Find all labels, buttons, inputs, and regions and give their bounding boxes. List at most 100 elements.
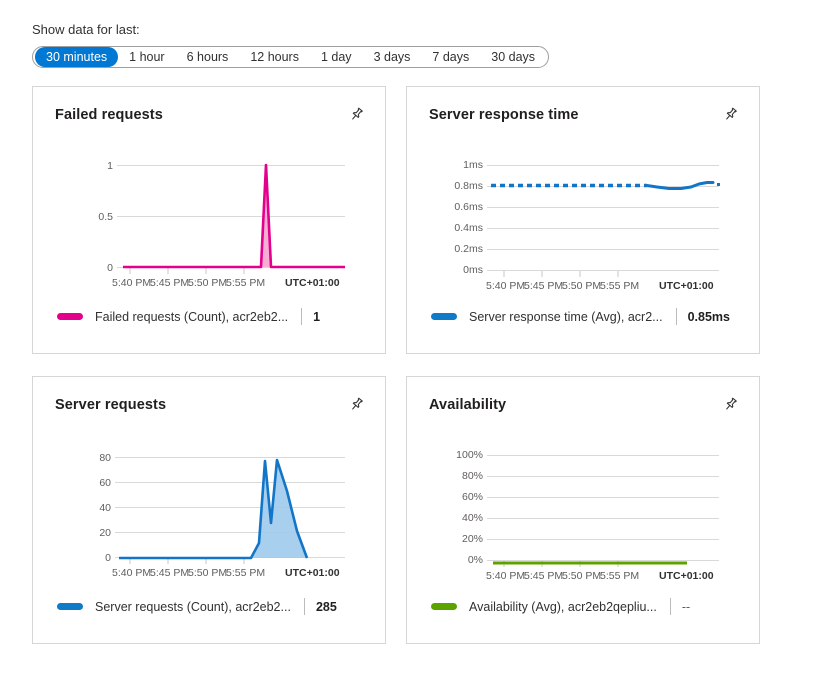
svg-text:5:55 PM: 5:55 PM: [600, 280, 639, 291]
svg-text:40%: 40%: [462, 512, 483, 524]
svg-text:60%: 60%: [462, 491, 483, 503]
pin-icon: [722, 396, 739, 413]
timerange-option-12-hours[interactable]: 12 hours: [239, 47, 310, 67]
legend-color-swatch: [431, 313, 457, 320]
chart-availability: 100% 80% 60% 40% 20% 0%: [429, 431, 739, 581]
chart-x-ticks: [504, 271, 618, 277]
timerange-option-30-minutes[interactable]: 30 minutes: [35, 47, 118, 67]
pin-button[interactable]: [717, 391, 743, 417]
timerange-option-1-day[interactable]: 1 day: [310, 47, 363, 67]
pin-icon: [348, 396, 365, 413]
chart-gridlines: [487, 166, 719, 271]
chart-legend[interactable]: Server requests (Count), acr2eb2... 285: [57, 598, 337, 615]
card-title: Availability: [429, 395, 739, 415]
card-title: Server response time: [429, 105, 739, 125]
svg-text:0.8ms: 0.8ms: [454, 180, 483, 192]
svg-text:5:50 PM: 5:50 PM: [562, 570, 601, 581]
svg-text:80: 80: [99, 452, 111, 464]
chart-server-response-time: 1ms 0.8ms 0.6ms 0.4ms 0.2ms 0ms: [429, 141, 739, 291]
svg-text:5:50 PM: 5:50 PM: [562, 280, 601, 291]
chart-x-axis-labels: 5:40 PM 5:45 PM 5:50 PM 5:55 PM UTC+01:0…: [112, 567, 340, 579]
legend-series-value: 0.85ms: [688, 310, 730, 324]
svg-text:0ms: 0ms: [463, 264, 483, 276]
legend-divider: [670, 598, 671, 615]
svg-text:0.6ms: 0.6ms: [454, 201, 483, 213]
pin-icon: [722, 106, 739, 123]
chart-legend[interactable]: Availability (Avg), acr2eb2qepliu... --: [431, 598, 690, 615]
legend-series-value: 1: [313, 310, 320, 324]
pin-button[interactable]: [343, 101, 369, 127]
svg-text:5:40 PM: 5:40 PM: [486, 570, 525, 581]
timerange-option-7-days[interactable]: 7 days: [421, 47, 480, 67]
svg-text:0%: 0%: [468, 554, 483, 566]
chart-y-axis-labels: 80 60 40 20 0: [99, 452, 111, 564]
svg-text:UTC+01:00: UTC+01:00: [285, 567, 340, 579]
svg-text:0.4ms: 0.4ms: [454, 222, 483, 234]
svg-text:1ms: 1ms: [463, 159, 483, 171]
svg-text:5:40 PM: 5:40 PM: [486, 280, 525, 291]
chart-gridlines: [117, 166, 345, 268]
chart-series-endpoint: [717, 183, 720, 186]
legend-divider: [301, 308, 302, 325]
svg-text:60: 60: [99, 477, 111, 489]
chart-y-axis-labels: 1ms 0.8ms 0.6ms 0.4ms 0.2ms 0ms: [454, 159, 483, 276]
chart-legend[interactable]: Server response time (Avg), acr2... 0.85…: [431, 308, 730, 325]
svg-text:5:50 PM: 5:50 PM: [188, 567, 227, 579]
timerange-option-6-hours[interactable]: 6 hours: [176, 47, 240, 67]
legend-color-swatch: [431, 603, 457, 610]
legend-series-name: Failed requests (Count), acr2eb2...: [95, 309, 288, 325]
legend-divider: [304, 598, 305, 615]
timerange-option-30-days[interactable]: 30 days: [480, 47, 546, 67]
chart-y-axis-labels: 100% 80% 60% 40% 20% 0%: [456, 449, 483, 566]
svg-text:0.5: 0.5: [98, 211, 113, 223]
svg-text:5:55 PM: 5:55 PM: [600, 570, 639, 581]
timerange-selector[interactable]: 30 minutes 1 hour 6 hours 12 hours 1 day…: [32, 46, 549, 68]
legend-series-value: 285: [316, 600, 337, 614]
chart-legend[interactable]: Failed requests (Count), acr2eb2... 1: [57, 308, 320, 325]
svg-text:UTC+01:00: UTC+01:00: [659, 280, 714, 291]
chart-series-area: [119, 460, 307, 558]
svg-text:5:55 PM: 5:55 PM: [226, 567, 265, 579]
chart-gridlines: [487, 456, 719, 561]
svg-text:0: 0: [107, 262, 113, 274]
svg-text:5:45 PM: 5:45 PM: [150, 277, 189, 289]
chart-failed-requests: 1 0.5 0 5:40: [55, 141, 365, 291]
timerange-option-1-hour[interactable]: 1 hour: [118, 47, 175, 67]
chart-x-ticks: [130, 268, 244, 274]
legend-series-name: Availability (Avg), acr2eb2qepliu...: [469, 599, 657, 615]
svg-text:5:55 PM: 5:55 PM: [226, 277, 265, 289]
chart-server-requests: 80 60 40 20 0: [55, 431, 365, 581]
legend-divider: [676, 308, 677, 325]
timerange-label: Show data for last:: [32, 22, 817, 38]
pin-button[interactable]: [343, 391, 369, 417]
card-availability: Availability: [406, 376, 760, 644]
svg-text:40: 40: [99, 502, 111, 514]
svg-text:80%: 80%: [462, 470, 483, 482]
svg-text:UTC+01:00: UTC+01:00: [659, 570, 714, 581]
svg-text:20: 20: [99, 527, 111, 539]
svg-text:5:50 PM: 5:50 PM: [188, 277, 227, 289]
svg-text:20%: 20%: [462, 533, 483, 545]
chart-y-axis-labels: 1 0.5 0: [98, 160, 113, 274]
pin-button[interactable]: [717, 101, 743, 127]
timerange-option-3-days[interactable]: 3 days: [363, 47, 422, 67]
svg-text:0: 0: [105, 552, 111, 564]
chart-x-axis-labels: 5:40 PM 5:45 PM 5:50 PM 5:55 PM UTC+01:0…: [112, 277, 340, 289]
svg-text:5:40 PM: 5:40 PM: [112, 567, 151, 579]
svg-text:5:40 PM: 5:40 PM: [112, 277, 151, 289]
svg-text:5:45 PM: 5:45 PM: [524, 280, 563, 291]
card-server-response-time: Server response time: [406, 86, 760, 354]
chart-x-axis-labels: 5:40 PM 5:45 PM 5:50 PM 5:55 PM UTC+01:0…: [486, 570, 714, 581]
svg-text:1: 1: [107, 160, 113, 172]
chart-x-axis-labels: 5:40 PM 5:45 PM 5:50 PM 5:55 PM UTC+01:0…: [486, 280, 714, 291]
card-title: Server requests: [55, 395, 365, 415]
legend-series-name: Server response time (Avg), acr2...: [469, 309, 663, 325]
svg-text:0.2ms: 0.2ms: [454, 243, 483, 255]
legend-color-swatch: [57, 313, 83, 320]
svg-text:5:45 PM: 5:45 PM: [150, 567, 189, 579]
legend-color-swatch: [57, 603, 83, 610]
card-server-requests: Server requests: [32, 376, 386, 644]
svg-text:100%: 100%: [456, 449, 483, 461]
app-insights-overview: Show data for last: 30 minutes 1 hour 6 …: [0, 0, 817, 695]
svg-text:5:45 PM: 5:45 PM: [524, 570, 563, 581]
